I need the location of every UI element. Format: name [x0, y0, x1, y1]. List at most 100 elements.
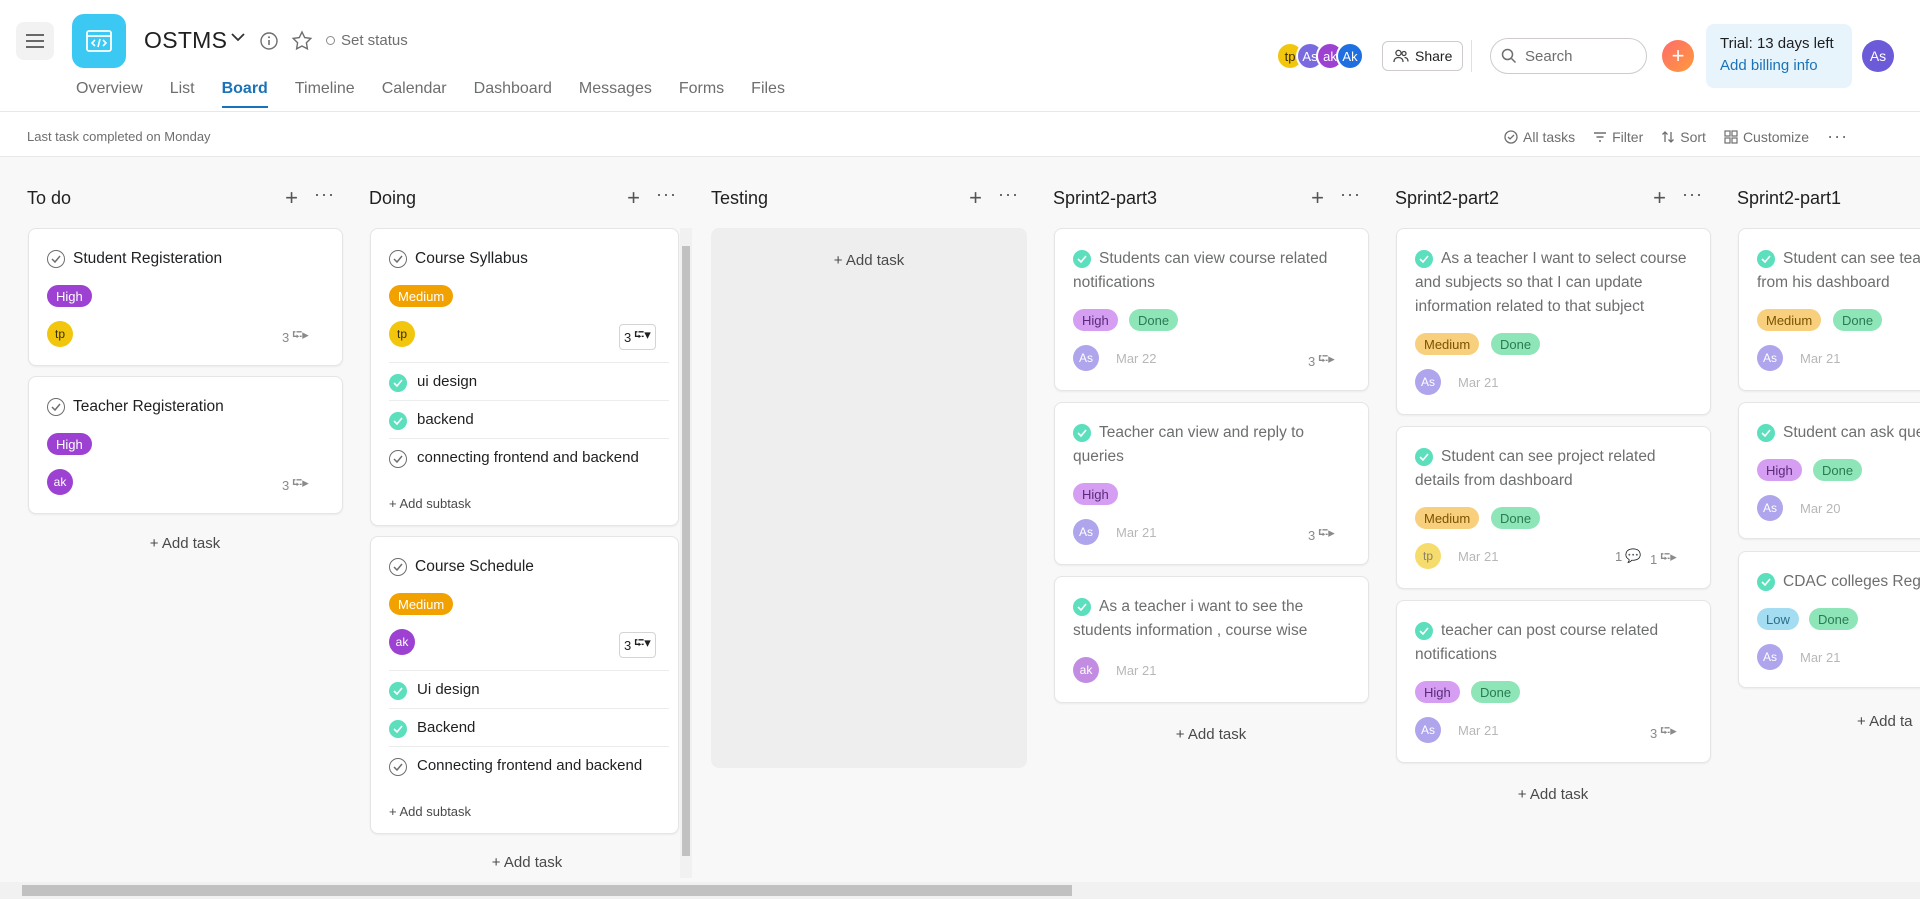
subtask-item[interactable]: connecting frontend and backend [389, 438, 669, 476]
check-circle-icon[interactable] [1757, 424, 1775, 442]
task-card[interactable]: Students can view course related notific… [1054, 228, 1369, 391]
add-task-icon[interactable]: + [969, 185, 982, 211]
assignee-avatar[interactable]: ak [389, 629, 415, 655]
check-circle-icon[interactable] [1415, 622, 1433, 640]
column-more-icon[interactable]: ··· [656, 184, 677, 205]
horizontal-scrollbar[interactable] [0, 882, 1920, 899]
check-circle-icon[interactable] [1415, 250, 1433, 268]
tab-board[interactable]: Board [221, 80, 269, 108]
subtask-item[interactable]: backend [389, 400, 669, 438]
assignee-avatar[interactable]: tp [47, 321, 73, 347]
assignee-avatar[interactable]: As [1415, 717, 1441, 743]
column-scrollbar[interactable] [680, 228, 692, 878]
chevron-down-icon[interactable] [230, 32, 246, 42]
column-more-icon[interactable]: ··· [998, 184, 1019, 205]
more-options-icon[interactable]: ··· [1827, 126, 1848, 147]
tab-files[interactable]: Files [751, 80, 785, 108]
add-task-icon[interactable]: + [627, 185, 640, 211]
column-more-icon[interactable]: ··· [1340, 184, 1361, 205]
assignee-avatar[interactable]: As [1415, 369, 1441, 395]
check-circle-icon[interactable] [389, 758, 407, 776]
assignee-avatar[interactable]: As [1757, 495, 1783, 521]
add-task-button[interactable]: + Add task [369, 854, 685, 871]
member-avatars[interactable]: tp As ak Ak [1276, 42, 1364, 70]
add-task-button[interactable]: + Add task [711, 252, 1027, 269]
add-subtask-button[interactable]: + Add subtask [389, 496, 471, 511]
assignee-avatar[interactable]: As [1073, 345, 1099, 371]
check-circle-icon[interactable] [1073, 424, 1091, 442]
project-icon[interactable] [72, 14, 126, 68]
subtask-count[interactable]: 3 ⮓▸ [1308, 350, 1335, 372]
tab-forms[interactable]: Forms [679, 80, 724, 108]
assignee-avatar[interactable]: As [1757, 644, 1783, 670]
check-circle-icon[interactable] [47, 398, 65, 416]
search-input[interactable]: Search [1490, 38, 1647, 74]
check-circle-icon[interactable] [1757, 250, 1775, 268]
info-icon[interactable] [259, 31, 279, 51]
subtask-count[interactable]: 3 ⮓▸ [282, 326, 309, 348]
add-task-button[interactable]: + Add ta [1857, 713, 1920, 730]
scrollbar-thumb[interactable] [682, 246, 690, 856]
subtask-item[interactable]: ui design [389, 362, 669, 400]
assignee-avatar[interactable]: As [1757, 345, 1783, 371]
add-task-icon[interactable]: + [285, 185, 298, 211]
task-card[interactable]: Course Schedule Medium ak 3 ⮓▾ Ui design … [370, 536, 679, 834]
check-circle-icon[interactable] [47, 250, 65, 268]
assignee-avatar[interactable]: tp [389, 321, 415, 347]
add-task-button[interactable]: + Add task [1053, 726, 1369, 743]
star-icon[interactable] [291, 30, 313, 52]
subtask-count[interactable]: 1 ⮓▸ [1650, 548, 1677, 570]
add-task-icon[interactable]: + [1653, 185, 1666, 211]
task-card[interactable]: CDAC colleges Regi Low Done As Mar 21 [1738, 551, 1920, 688]
project-title[interactable]: OSTMS [144, 27, 227, 54]
check-circle-icon[interactable] [1073, 250, 1091, 268]
check-circle-icon[interactable] [1757, 573, 1775, 591]
task-card[interactable]: As a teacher I want to select course and… [1396, 228, 1711, 415]
avatar[interactable]: Ak [1336, 42, 1364, 70]
subtask-count[interactable]: 3 ⮓▸ [282, 474, 309, 496]
add-task-button[interactable]: + Add task [1395, 786, 1711, 803]
task-card[interactable]: Course Syllabus Medium tp 3 ⮓▾ ui design … [370, 228, 679, 526]
assignee-avatar[interactable]: ak [47, 469, 73, 495]
set-status-button[interactable]: Set status [326, 32, 408, 49]
subtask-count[interactable]: 3 ⮓▸ [1308, 524, 1335, 546]
trial-banner[interactable]: Trial: 13 days left Add billing info [1706, 24, 1852, 88]
check-circle-icon[interactable] [389, 374, 407, 392]
check-circle-icon[interactable] [1073, 598, 1091, 616]
create-button[interactable]: + [1662, 40, 1694, 72]
add-subtask-button[interactable]: + Add subtask [389, 804, 471, 819]
task-card[interactable]: Student can see project related details … [1396, 426, 1711, 589]
customize-button[interactable]: Customize [1724, 126, 1809, 147]
task-card[interactable]: Teacher can view and reply to queries Hi… [1054, 402, 1369, 565]
task-card[interactable]: teacher can post course related notifica… [1396, 600, 1711, 763]
column-more-icon[interactable]: ··· [314, 184, 335, 205]
user-avatar[interactable]: As [1862, 40, 1894, 72]
share-button[interactable]: Share [1382, 41, 1464, 71]
subtask-count[interactable]: 3 ⮓▸ [1650, 722, 1677, 744]
all-tasks-button[interactable]: All tasks [1504, 126, 1575, 147]
sort-button[interactable]: Sort [1661, 126, 1706, 147]
check-circle-icon[interactable] [389, 450, 407, 468]
filter-button[interactable]: Filter [1593, 126, 1643, 147]
task-card[interactable]: Teacher Registeration High ak 3 ⮓▸ [28, 376, 343, 514]
task-card[interactable]: Student Registeration High tp 3 ⮓▸ [28, 228, 343, 366]
add-billing-link[interactable]: Add billing info [1720, 57, 1852, 74]
check-circle-icon[interactable] [389, 558, 407, 576]
scrollbar-thumb[interactable] [22, 885, 1072, 896]
tab-overview[interactable]: Overview [76, 80, 143, 108]
subtask-item[interactable]: Backend [389, 708, 669, 746]
sidebar-toggle-button[interactable] [16, 22, 54, 60]
task-card[interactable]: Student can see tea from his dashboard M… [1738, 228, 1920, 391]
assignee-avatar[interactable]: As [1073, 519, 1099, 545]
assignee-avatar[interactable]: ak [1073, 657, 1099, 683]
add-task-button[interactable]: + Add task [27, 535, 343, 552]
check-circle-icon[interactable] [389, 682, 407, 700]
check-circle-icon[interactable] [389, 720, 407, 738]
comment-count[interactable]: 1 💬 [1615, 548, 1641, 564]
check-circle-icon[interactable] [389, 250, 407, 268]
column-more-icon[interactable]: ··· [1682, 184, 1703, 205]
tab-list[interactable]: List [170, 80, 195, 108]
task-card[interactable]: Student can ask que High Done As Mar 20 [1738, 402, 1920, 539]
assignee-avatar[interactable]: tp [1415, 543, 1441, 569]
subtask-toggle[interactable]: 3 ⮓▾ [619, 324, 656, 350]
